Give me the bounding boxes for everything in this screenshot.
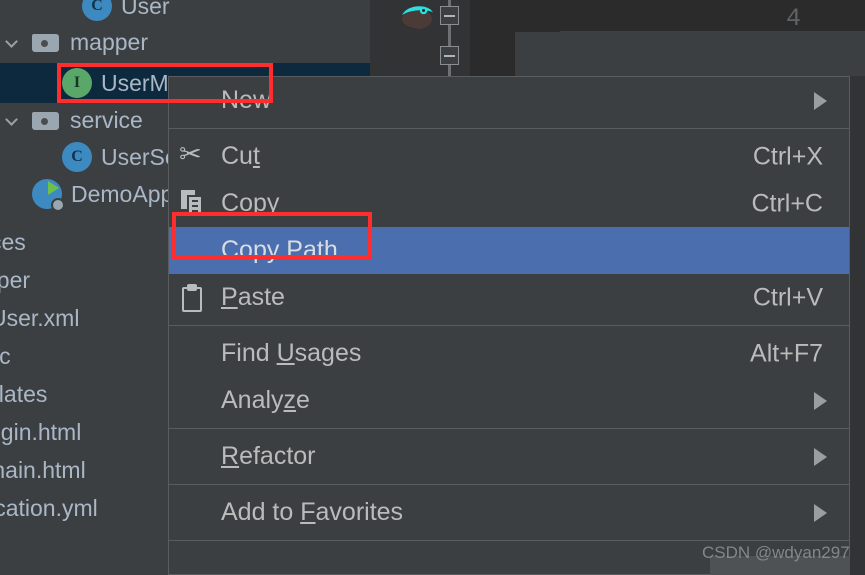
tree-item-label: lication.yml [0,494,98,521]
fold-marker-icon[interactable] [440,46,459,65]
tree-item-label: plates [0,380,48,407]
chevron-down-icon[interactable] [4,34,20,50]
paste-icon [181,283,207,312]
tree-item-label: User [121,0,170,19]
folder-icon [32,109,60,131]
menu-item-label: Refactor [221,442,316,470]
ide-window: C User mapper I UserMapper service C Use… [0,0,865,575]
run-app-icon [32,179,65,212]
menu-item-shortcut: Ctrl+V [752,283,823,311]
menu-item-label: Find Usages [221,339,362,367]
mybatis-ninja-icon [400,6,433,30]
tree-item-mapper[interactable]: mapper [0,22,370,62]
menu-item-analyze[interactable]: Analyze [169,377,849,424]
menu-item-paste[interactable]: Paste Ctrl+V [169,274,849,321]
submenu-arrow-icon [814,391,827,410]
menu-item-shortcut: Ctrl+C [751,189,823,217]
tree-item-label: mapper [70,28,148,55]
scissors-icon [179,139,207,171]
tree-item-label: service [70,106,143,133]
editor-scroll-strip[interactable] [710,556,850,575]
chevron-down-icon[interactable] [4,112,20,128]
menu-separator [169,128,849,129]
tree-item-label: ces [0,228,26,255]
submenu-arrow-icon [814,91,827,110]
editor-empty-area [515,32,865,80]
menu-item-add-to-favorites[interactable]: Add to Favorites [169,489,849,536]
fold-marker-icon[interactable] [440,6,459,25]
menu-separator [169,484,849,485]
menu-item-shortcut: Ctrl+X [752,142,823,170]
submenu-arrow-icon [814,503,827,522]
menu-right-shadow [850,76,865,575]
annotation-box-usermapper [57,63,273,103]
menu-item-shortcut: Alt+F7 [750,339,823,367]
tree-item-label: DemoApp [71,180,174,207]
tree-item-label: UserSe [101,143,178,170]
tree-item-label: main.html [0,456,86,483]
class-icon: C [62,142,92,172]
menu-item-label: Analyze [221,386,310,414]
submenu-arrow-icon [814,447,827,466]
menu-item-label: Paste [221,283,285,311]
annotation-box-copy-path [172,212,372,259]
menu-separator [169,540,849,541]
tree-item-label: pper [0,266,31,293]
menu-item-label: Cut [221,142,260,170]
folder-icon [32,31,60,53]
tree-item-label: User.xml [0,304,80,331]
menu-item-refactor[interactable]: Refactor [169,433,849,480]
menu-item-label: Add to Favorites [221,498,404,526]
context-menu: New Cut Ctrl+X Copy Ctrl+C Copy Path... … [168,76,850,575]
tree-item-label: ogin.html [0,418,82,445]
menu-separator [169,428,849,429]
tree-item-label: ic [0,342,11,369]
menu-item-cut[interactable]: Cut Ctrl+X [169,133,849,180]
menu-item-find-usages[interactable]: Find Usages Alt+F7 [169,330,849,377]
menu-separator [169,325,849,326]
class-icon: C [82,0,112,21]
